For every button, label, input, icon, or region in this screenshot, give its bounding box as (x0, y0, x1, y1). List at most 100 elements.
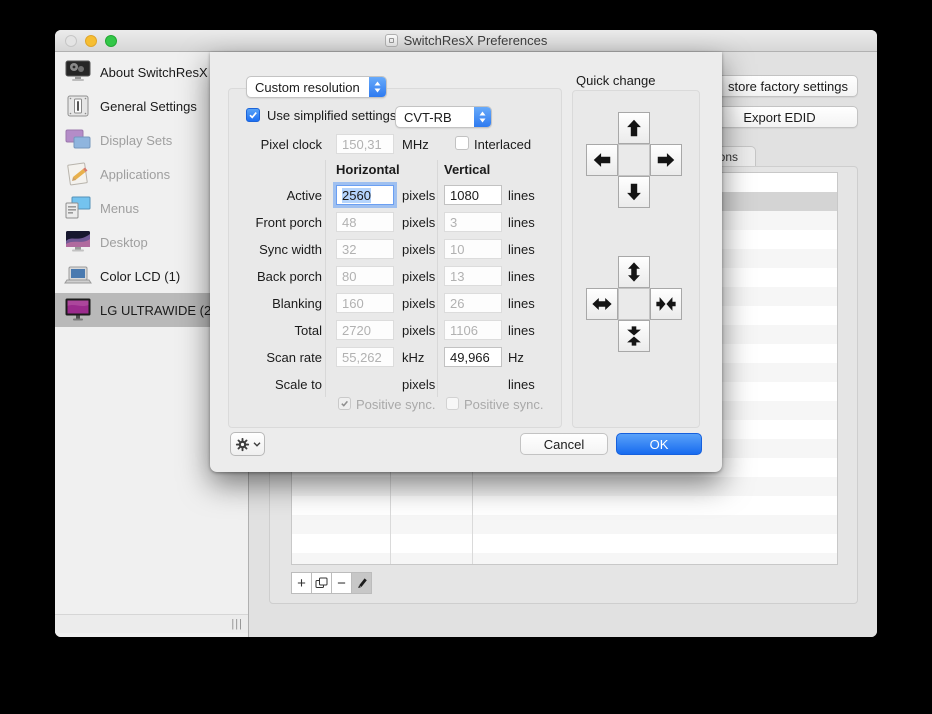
horizontal-column-header: Horizontal (336, 162, 400, 177)
table-row[interactable] (292, 477, 837, 496)
row-label: Back porch (256, 269, 322, 284)
remove-resolution-button[interactable]: − (331, 572, 352, 594)
positive-sync-h-checkbox[interactable] (338, 397, 351, 410)
desktop-background: SwitchResX Preferences About SwitchResX … (0, 0, 932, 714)
interlaced-label: Interlaced (474, 137, 532, 152)
restore-factory-settings-label: store factory settings (728, 78, 848, 94)
row-label: Active (286, 188, 322, 203)
expand-vertical-button[interactable] (618, 256, 650, 288)
sidebar-item-label: LG ULTRAWIDE (2 (100, 302, 212, 318)
about-monitor-icon (63, 58, 93, 86)
pencil-icon (357, 578, 367, 588)
titlebar[interactable]: SwitchResX Preferences (55, 30, 877, 52)
edit-resolution-button[interactable] (351, 572, 372, 594)
pixel-clock-unit: MHz (402, 137, 429, 152)
scan-rate-h-field[interactable]: 55,262 (336, 347, 394, 367)
popup-arrows-icon (369, 77, 386, 97)
restore-factory-settings-button[interactable]: store factory settings (701, 75, 858, 97)
table-row[interactable] (292, 515, 837, 534)
table-row[interactable] (292, 496, 837, 515)
front-porch-v-field[interactable]: 3 (444, 212, 502, 232)
action-menu-button[interactable] (230, 432, 265, 456)
table-row[interactable] (292, 534, 837, 553)
expand-vertical-icon (628, 262, 640, 282)
ultrawide-monitor-icon (63, 296, 93, 324)
resolution-toolbar: + − (291, 572, 372, 594)
sidebar-item-label: Color LCD (1) (100, 268, 181, 284)
display-sets-icon (63, 126, 93, 154)
total-h-field[interactable]: 2720 (336, 320, 394, 340)
row-label: Total (294, 323, 322, 338)
collapse-horizontal-button[interactable] (650, 288, 682, 320)
close-button[interactable] (65, 35, 77, 47)
row-label: Scale to (275, 377, 322, 392)
laptop-icon (63, 262, 93, 290)
active-v-field[interactable]: 1080 (444, 185, 502, 205)
blanking-h-field[interactable]: 160 (336, 293, 394, 313)
checkmark-icon (249, 112, 257, 119)
row-unit: lines (508, 377, 535, 392)
grow-height-down-button[interactable] (618, 176, 650, 208)
ok-label: OK (649, 436, 669, 452)
row-unit: pixels (402, 215, 436, 230)
pixel-clock-field[interactable]: 150,31 (336, 134, 394, 154)
grow-height-up-button[interactable] (618, 112, 650, 144)
row-unit: lines (508, 296, 535, 311)
blanking-v-field[interactable]: 26 (444, 293, 502, 313)
active-h-field[interactable]: 2560 (336, 185, 394, 205)
duplicate-icon (315, 577, 328, 588)
column-divider (325, 160, 326, 397)
export-edid-label: Export EDID (743, 109, 816, 125)
window-title-group: SwitchResX Preferences (384, 33, 547, 48)
grow-width-right-button[interactable] (650, 144, 682, 176)
back-porch-v-field[interactable]: 13 (444, 266, 502, 286)
expand-horizontal-button[interactable] (586, 288, 618, 320)
arrow-down-icon (627, 183, 641, 201)
vertical-column-header: Vertical (444, 162, 491, 177)
sync-width-v-field[interactable]: 10 (444, 239, 502, 259)
scrollbar-grip-icon[interactable]: ||| (231, 618, 243, 630)
duplicate-resolution-button[interactable] (311, 572, 332, 594)
row-unit: lines (508, 323, 535, 338)
sidebar-horizontal-scrollbar[interactable]: ||| (55, 614, 248, 633)
timing-standard-value: CVT-RB (404, 109, 452, 125)
row-unit: lines (508, 242, 535, 257)
total-v-field[interactable]: 1106 (444, 320, 502, 340)
row-unit: pixels (402, 296, 436, 311)
grow-width-left-button[interactable] (586, 144, 618, 176)
positive-sync-v-checkbox[interactable] (446, 397, 459, 410)
proxy-document-icon (384, 34, 398, 47)
zoom-button[interactable] (105, 35, 117, 47)
add-resolution-button[interactable]: + (291, 572, 312, 594)
table-row[interactable] (292, 553, 837, 564)
scan-rate-v-field[interactable]: 49,966 (444, 347, 502, 367)
export-edid-button[interactable]: Export EDID (701, 106, 858, 128)
collapse-vertical-button[interactable] (618, 320, 650, 352)
interlaced-checkbox[interactable] (455, 136, 469, 150)
checkmark-icon (341, 400, 348, 407)
timing-standard-popup[interactable]: CVT-RB (395, 106, 492, 128)
row-label: Scan rate (266, 350, 322, 365)
sidebar-item-label: Menus (100, 200, 140, 216)
positive-sync-h-label: Positive sync. (356, 397, 436, 412)
front-porch-h-field[interactable]: 48 (336, 212, 394, 232)
arrow-up-icon (627, 119, 641, 137)
row-unit: lines (508, 215, 535, 230)
column-divider (437, 160, 438, 397)
ok-button[interactable]: OK (616, 433, 702, 455)
use-simplified-label: Use simplified settings: (267, 108, 400, 123)
collapse-vertical-icon (627, 326, 641, 346)
chevron-down-icon (253, 441, 260, 447)
custom-resolution-sheet: Custom resolution Use simplified setting… (210, 52, 722, 472)
pixel-clock-label: Pixel clock (260, 137, 322, 152)
preset-popup[interactable]: Custom resolution (246, 76, 387, 98)
cancel-button[interactable]: Cancel (520, 433, 608, 455)
row-unit: pixels (402, 242, 436, 257)
menus-icon (63, 194, 93, 222)
quick-change-center-cell (618, 144, 650, 176)
positive-sync-v-label: Positive sync. (464, 397, 544, 412)
use-simplified-checkbox[interactable] (246, 108, 260, 122)
sync-width-h-field[interactable]: 32 (336, 239, 394, 259)
minimize-button[interactable] (85, 35, 97, 47)
back-porch-h-field[interactable]: 80 (336, 266, 394, 286)
